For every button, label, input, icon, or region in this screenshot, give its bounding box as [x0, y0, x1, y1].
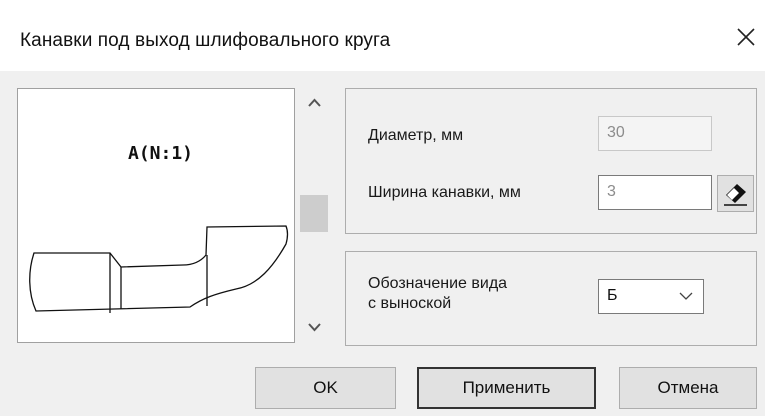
- close-icon[interactable]: [734, 25, 758, 49]
- groove-drawing: [29, 225, 289, 313]
- view-designation-label-line2: с выноской: [368, 295, 452, 312]
- view-designation-label-line1: Обозначение вида: [368, 275, 508, 292]
- view-designation-group: Обозначение вида с выноской Б: [345, 251, 757, 346]
- apply-button[interactable]: Применить: [417, 367, 596, 409]
- dialog-content: A(N:1) Диаметр, мм 30 Ширина канавки, мм…: [0, 71, 765, 416]
- groove-preview: A(N:1): [17, 88, 295, 343]
- dialog-title: Канавки под выход шлифовального круга: [20, 30, 391, 51]
- ok-button[interactable]: OK: [255, 367, 396, 409]
- chevron-up-icon[interactable]: [296, 88, 333, 120]
- dimensions-group: Диаметр, мм 30 Ширина канавки, мм 3: [345, 88, 757, 234]
- title-bar: Канавки под выход шлифовального круга: [0, 0, 765, 71]
- chevron-down-icon: [679, 292, 693, 300]
- view-designation-label: Обозначение вида с выноской: [368, 274, 507, 314]
- diameter-label: Диаметр, мм: [368, 127, 464, 144]
- view-designation-select[interactable]: Б: [598, 279, 704, 314]
- cancel-button[interactable]: Отмена: [619, 367, 757, 409]
- chevron-down-icon[interactable]: [296, 311, 333, 343]
- groove-width-label: Ширина канавки, мм: [368, 184, 521, 201]
- preview-scrollbar[interactable]: [296, 88, 333, 343]
- view-designation-value: Б: [607, 287, 618, 304]
- scroll-thumb[interactable]: [300, 195, 328, 232]
- eraser-icon: [724, 184, 747, 206]
- groove-width-field[interactable]: 3: [598, 175, 712, 210]
- diameter-field: 30: [598, 116, 712, 151]
- eraser-button[interactable]: [717, 175, 754, 212]
